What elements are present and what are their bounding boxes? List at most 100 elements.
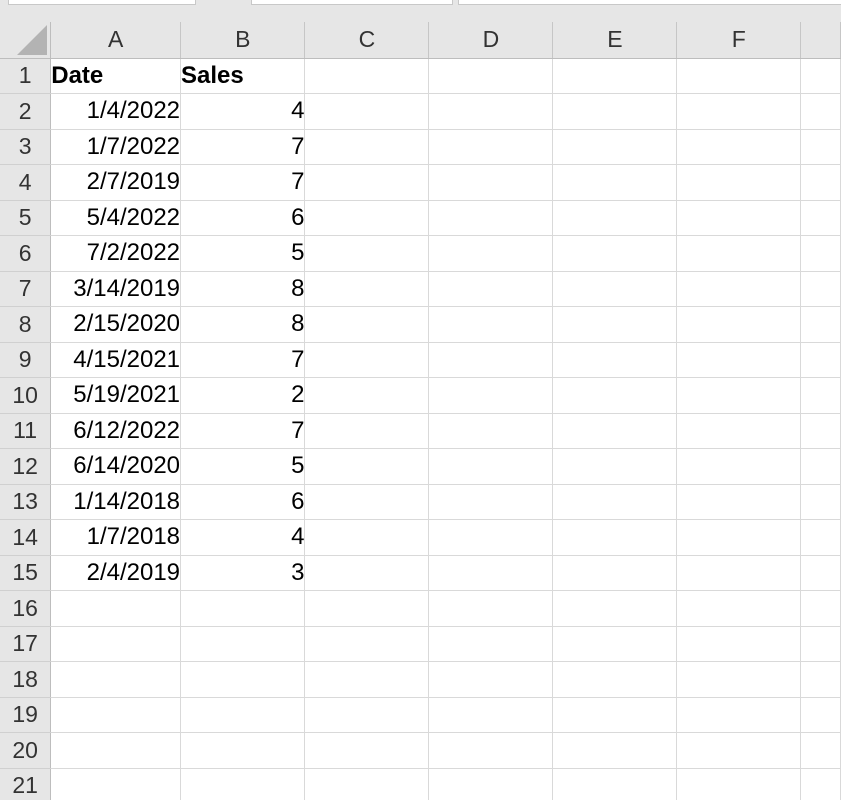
name-box[interactable] xyxy=(8,0,196,5)
cell-g1[interactable] xyxy=(800,58,841,94)
sales-cell[interactable]: 7 xyxy=(180,413,306,449)
cell-d19[interactable] xyxy=(428,697,554,733)
date-cell[interactable]: 5/19/2021 xyxy=(50,377,182,414)
cell-c7[interactable] xyxy=(304,271,430,307)
sales-cell[interactable]: 8 xyxy=(180,271,306,307)
column-header-a[interactable]: A xyxy=(50,22,182,59)
cell-f13[interactable] xyxy=(676,484,802,520)
cell-e10[interactable] xyxy=(552,377,678,414)
cell-e2[interactable] xyxy=(552,93,678,130)
cell-b20[interactable] xyxy=(180,732,306,769)
row-header[interactable]: 11 xyxy=(0,413,52,449)
cell-g13[interactable] xyxy=(800,484,841,520)
cell-e7[interactable] xyxy=(552,271,678,307)
date-cell[interactable]: 6/12/2022 xyxy=(50,413,182,449)
cell-d2[interactable] xyxy=(428,93,554,130)
cell-b1[interactable]: Sales xyxy=(180,58,306,94)
row-header[interactable]: 17 xyxy=(0,626,52,662)
cell-g17[interactable] xyxy=(800,626,841,662)
column-header-g[interactable] xyxy=(800,22,841,59)
row-header[interactable]: 14 xyxy=(0,519,52,556)
row-header[interactable]: 20 xyxy=(0,732,52,769)
cell-c13[interactable] xyxy=(304,484,430,520)
cell-e17[interactable] xyxy=(552,626,678,662)
cell-d12[interactable] xyxy=(428,448,554,485)
cell-g8[interactable] xyxy=(800,306,841,343)
cell-f21[interactable] xyxy=(676,768,802,800)
cell-d14[interactable] xyxy=(428,519,554,556)
sales-cell[interactable]: 7 xyxy=(180,129,306,165)
cell-g16[interactable] xyxy=(800,590,841,627)
cell-f14[interactable] xyxy=(676,519,802,556)
row-header[interactable]: 7 xyxy=(0,271,52,307)
sales-cell[interactable]: 6 xyxy=(180,484,306,520)
cell-e16[interactable] xyxy=(552,590,678,627)
cell-e21[interactable] xyxy=(552,768,678,800)
cell-c6[interactable] xyxy=(304,235,430,272)
cell-f12[interactable] xyxy=(676,448,802,485)
cell-e20[interactable] xyxy=(552,732,678,769)
cell-c4[interactable] xyxy=(304,164,430,201)
cell-d15[interactable] xyxy=(428,555,554,591)
row-header[interactable]: 15 xyxy=(0,555,52,591)
date-cell[interactable]: 1/4/2022 xyxy=(50,93,182,130)
sales-cell[interactable]: 7 xyxy=(180,342,306,378)
date-cell[interactable]: 1/14/2018 xyxy=(50,484,182,520)
cell-b16[interactable] xyxy=(180,590,306,627)
sales-cell[interactable]: 2 xyxy=(180,377,306,414)
sales-cell[interactable]: 8 xyxy=(180,306,306,343)
cell-c9[interactable] xyxy=(304,342,430,378)
cell-f2[interactable] xyxy=(676,93,802,130)
cell-f6[interactable] xyxy=(676,235,802,272)
cell-g7[interactable] xyxy=(800,271,841,307)
cell-d21[interactable] xyxy=(428,768,554,800)
date-cell[interactable]: 2/4/2019 xyxy=(50,555,182,591)
sales-cell[interactable]: 5 xyxy=(180,448,306,485)
cell-e5[interactable] xyxy=(552,200,678,236)
date-cell[interactable]: 5/4/2022 xyxy=(50,200,182,236)
cell-d7[interactable] xyxy=(428,271,554,307)
cell-e19[interactable] xyxy=(552,697,678,733)
cell-f5[interactable] xyxy=(676,200,802,236)
toolbar-box[interactable] xyxy=(251,0,453,5)
row-header[interactable]: 5 xyxy=(0,200,52,236)
date-cell[interactable]: 7/2/2022 xyxy=(50,235,182,272)
row-header[interactable]: 3 xyxy=(0,129,52,165)
cell-c5[interactable] xyxy=(304,200,430,236)
sales-cell[interactable]: 7 xyxy=(180,164,306,201)
row-header[interactable]: 18 xyxy=(0,661,52,698)
cell-c14[interactable] xyxy=(304,519,430,556)
cell-c21[interactable] xyxy=(304,768,430,800)
cell-g12[interactable] xyxy=(800,448,841,485)
cell-f7[interactable] xyxy=(676,271,802,307)
cell-g20[interactable] xyxy=(800,732,841,769)
cell-c17[interactable] xyxy=(304,626,430,662)
cell-a19[interactable] xyxy=(50,697,182,733)
cell-d8[interactable] xyxy=(428,306,554,343)
cell-e12[interactable] xyxy=(552,448,678,485)
select-all-button[interactable] xyxy=(0,22,52,59)
cell-f1[interactable] xyxy=(676,58,802,94)
cell-f19[interactable] xyxy=(676,697,802,733)
cell-f16[interactable] xyxy=(676,590,802,627)
row-header[interactable]: 10 xyxy=(0,377,52,414)
cell-f15[interactable] xyxy=(676,555,802,591)
cell-f8[interactable] xyxy=(676,306,802,343)
cell-g14[interactable] xyxy=(800,519,841,556)
cell-a16[interactable] xyxy=(50,590,182,627)
cell-d13[interactable] xyxy=(428,484,554,520)
row-header[interactable]: 1 xyxy=(0,58,52,94)
cell-f17[interactable] xyxy=(676,626,802,662)
column-header-f[interactable]: F xyxy=(676,22,802,59)
cell-g2[interactable] xyxy=(800,93,841,130)
cell-d9[interactable] xyxy=(428,342,554,378)
cell-c18[interactable] xyxy=(304,661,430,698)
cell-g19[interactable] xyxy=(800,697,841,733)
sales-cell[interactable]: 4 xyxy=(180,519,306,556)
column-header-b[interactable]: B xyxy=(180,22,306,59)
cell-c19[interactable] xyxy=(304,697,430,733)
sales-cell[interactable]: 3 xyxy=(180,555,306,591)
cell-a17[interactable] xyxy=(50,626,182,662)
cell-a18[interactable] xyxy=(50,661,182,698)
cell-a21[interactable] xyxy=(50,768,182,800)
